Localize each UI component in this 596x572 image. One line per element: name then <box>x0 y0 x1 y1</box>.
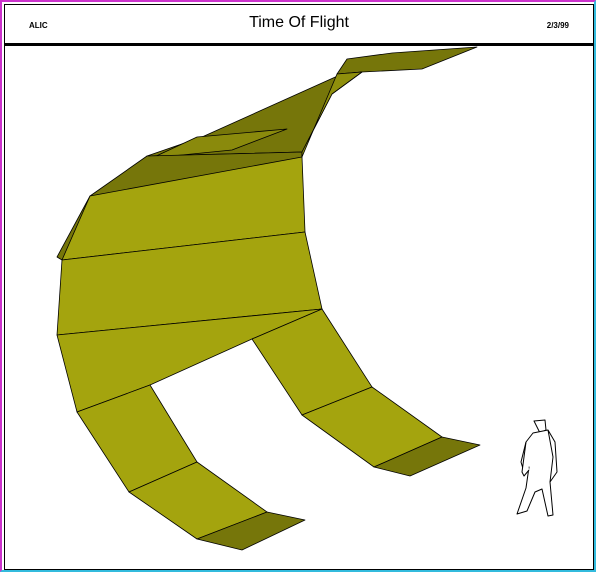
window-frame: ALIC Time Of Flight 2/3/99 <box>0 0 596 572</box>
top-strip <box>336 46 478 75</box>
human-scale-figure <box>516 419 558 517</box>
tof-drawing <box>56 46 558 551</box>
upper-dark-panel-a <box>146 71 363 157</box>
tof-barrel-shape <box>56 46 481 551</box>
